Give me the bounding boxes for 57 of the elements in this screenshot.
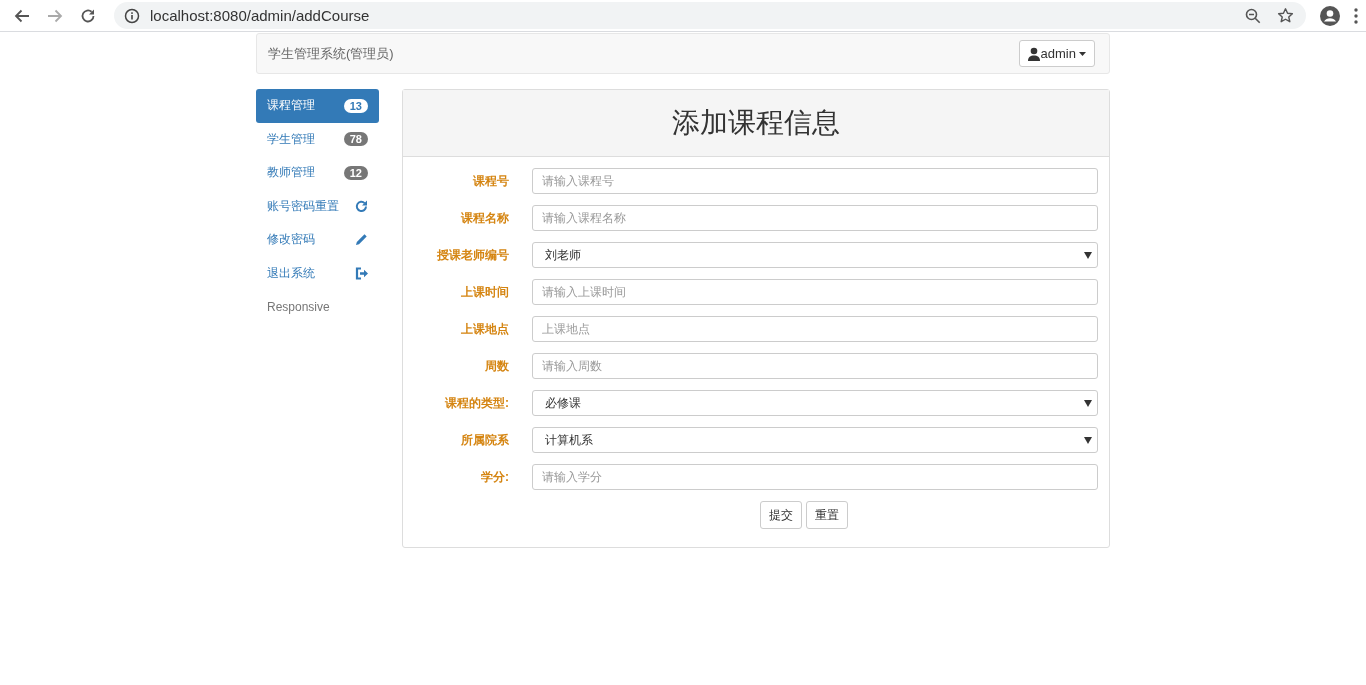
submit-button[interactable]: 提交: [759, 501, 802, 529]
caret-icon: [1079, 51, 1086, 56]
refresh-icon: [355, 199, 368, 213]
url-text: localhost:8080/admin/addCourse: [150, 7, 370, 24]
input-field[interactable]: 请输入学分: [532, 464, 1098, 490]
sidebar-item-label: 学生管理: [267, 130, 315, 148]
panel-title: 添加课程信息: [672, 106, 840, 140]
user-icon: [1027, 46, 1040, 61]
input-field[interactable]: 请输入课程号: [532, 168, 1098, 194]
dropdown-arrow-icon: [1084, 399, 1092, 407]
field-label: 所属院系: [460, 431, 509, 449]
back-arrow-icon[interactable]: [14, 7, 30, 24]
sidebar-item-label: Responsive: [267, 299, 330, 314]
dropdown[interactable]: 刘老师: [532, 242, 1098, 268]
brand-title[interactable]: 学生管理系统(管理员): [268, 44, 394, 63]
field-label: 上课时间: [460, 283, 509, 301]
user-menu-button[interactable]: admin: [1018, 40, 1095, 67]
address-bar[interactable]: localhost:8080/admin/addCourse: [114, 2, 1306, 29]
dropdown[interactable]: 必修课: [532, 390, 1098, 416]
field-label: 学分:: [480, 468, 509, 486]
input-field[interactable]: 请输入上课时间: [532, 279, 1098, 305]
sidebar-item-label: 修改密码: [267, 231, 315, 249]
reset-button[interactable]: 重置: [805, 501, 848, 529]
dropdown[interactable]: 计算机系: [532, 427, 1098, 453]
info-icon: [124, 7, 140, 24]
sidebar-item-label: 教师管理: [267, 164, 315, 182]
field-label: 课程号: [472, 172, 509, 190]
field-label: 上课地点: [460, 320, 509, 338]
field-label: 课程的类型:: [444, 394, 509, 412]
field-label: 周数: [484, 357, 509, 375]
menu-icon[interactable]: [1354, 7, 1358, 24]
pencil-icon: [355, 233, 368, 247]
star-icon[interactable]: [1277, 7, 1294, 24]
dropdown-arrow-icon: [1084, 251, 1092, 259]
sidebar-item[interactable]: 账号密码重置: [256, 189, 379, 223]
sidebar-item[interactable]: 修改密码: [256, 223, 379, 257]
sidebar-item[interactable]: 退出系统: [256, 256, 379, 290]
sidebar-item[interactable]: 学生管理 78: [256, 122, 379, 156]
input-field[interactable]: 请输入课程名称: [532, 205, 1098, 231]
sidebar-item-label: 退出系统: [267, 264, 315, 282]
sidebar-item[interactable]: 课程管理 13: [256, 89, 379, 123]
count-badge: 13: [343, 98, 368, 113]
zoom-out-icon[interactable]: [1245, 7, 1261, 24]
reload-icon[interactable]: [80, 7, 96, 24]
sidebar-item[interactable]: 教师管理 12: [256, 156, 379, 190]
input-field[interactable]: 请输入周数: [532, 353, 1098, 379]
field-label: 课程名称: [460, 209, 509, 227]
sidebar-item-label: 课程管理: [267, 97, 315, 115]
sidebar-item[interactable]: Responsive: [256, 290, 379, 324]
dropdown-arrow-icon: [1084, 436, 1092, 444]
count-badge: 78: [343, 132, 368, 147]
field-label: 授课老师编号: [436, 246, 509, 264]
sidebar-item-label: 账号密码重置: [267, 197, 339, 215]
count-badge: 12: [343, 165, 368, 180]
sign-out-icon: [355, 266, 368, 280]
account-icon[interactable]: [1320, 5, 1340, 26]
input-field[interactable]: 上课地点: [532, 316, 1098, 342]
